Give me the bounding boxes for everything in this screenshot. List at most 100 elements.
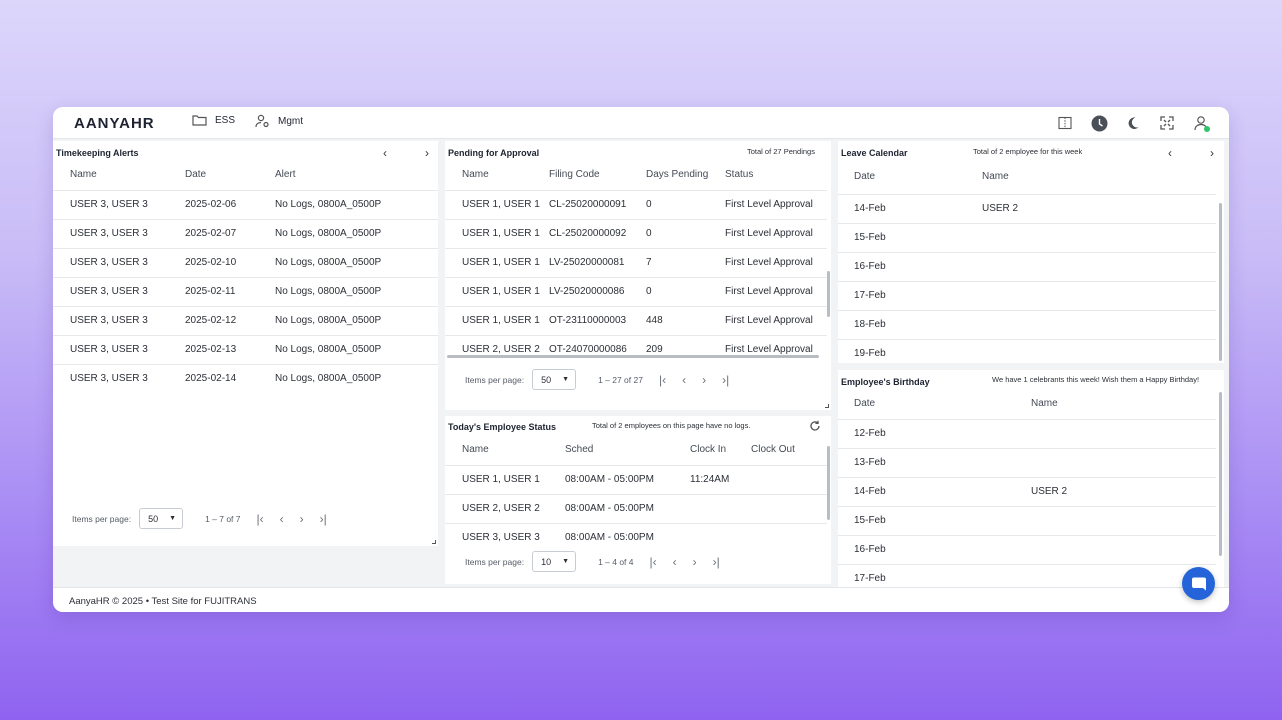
column-header[interactable]: Alert — [275, 160, 438, 190]
table-row[interactable]: USER 1, USER 1 CL-25020000092 0 First Level… — [445, 218, 827, 248]
column-header[interactable]: Name — [1031, 389, 1216, 419]
moon-icon[interactable] — [1123, 113, 1143, 133]
table-cell: OT-23110000003 — [549, 305, 646, 335]
table-cell: 17-Feb — [838, 280, 982, 310]
table-row[interactable]: USER 2, USER 2 OT-24070000086 209 First Lev… — [445, 334, 827, 354]
table-row[interactable]: USER 3, USER 3 08:00AM - 05:00PM — [445, 522, 827, 551]
table-cell: No Logs, 0800A_0500P — [275, 363, 438, 393]
column-header[interactable]: Name — [982, 160, 1216, 194]
horizontal-scrollbar[interactable] — [447, 355, 819, 358]
table-row[interactable]: 14-Feb USER 2 — [838, 193, 1216, 223]
table-cell: USER 3, USER 3 — [53, 334, 185, 364]
first-page-icon[interactable]: |‹ — [650, 555, 657, 569]
column-header[interactable]: Name — [445, 160, 549, 190]
table-row[interactable]: 15-Feb — [838, 505, 1216, 535]
vertical-scrollbar[interactable] — [827, 446, 830, 520]
resize-handle[interactable] — [432, 540, 436, 544]
vertical-scrollbar[interactable] — [1219, 203, 1222, 361]
table-cell: OT-24070000086 — [549, 334, 646, 354]
table-row[interactable]: USER 1, USER 1 LV-25020000086 0 First Level… — [445, 276, 827, 306]
table-cell: USER 3, USER 3 — [53, 363, 185, 393]
table-row[interactable]: 17-Feb — [838, 563, 1216, 587]
table-row[interactable]: 16-Feb — [838, 534, 1216, 564]
table-row[interactable]: 19-Feb — [838, 338, 1216, 360]
table-row[interactable]: 14-Feb USER 2 — [838, 476, 1216, 506]
table-row[interactable]: 17-Feb — [838, 280, 1216, 310]
refresh-icon[interactable] — [809, 420, 821, 432]
leave-table: Date Name 14-Feb USER 2 15-Feb 16-Feb 17-Feb… — [838, 160, 1216, 360]
vertical-scrollbar[interactable] — [827, 271, 830, 317]
table-row[interactable]: USER 3, USER 3 2025-02-14 No Logs, 0800A_0… — [53, 363, 438, 393]
first-page-icon[interactable]: |‹ — [257, 512, 264, 526]
table-cell: First Level Approval — [725, 276, 827, 306]
nav-ess[interactable]: ESS — [192, 114, 235, 126]
column-header[interactable]: Sched — [565, 435, 690, 465]
table-row[interactable]: USER 1, USER 1 LV-25020000081 7 First Level… — [445, 247, 827, 277]
last-page-icon[interactable]: ›| — [320, 512, 327, 526]
chevron-right-icon[interactable]: › — [1210, 146, 1214, 160]
table-row[interactable]: USER 3, USER 3 2025-02-12 No Logs, 0800A_0… — [53, 305, 438, 335]
chevron-left-icon[interactable]: ‹ — [383, 146, 387, 160]
vertical-scrollbar[interactable] — [1219, 392, 1222, 556]
table-row[interactable]: USER 2, USER 2 08:00AM - 05:00PM — [445, 493, 827, 523]
table-row[interactable]: USER 3, USER 3 2025-02-10 No Logs, 0800A_0… — [53, 247, 438, 277]
page-size-select[interactable]: 50 ▼ — [139, 508, 184, 529]
table-row[interactable]: 16-Feb — [838, 251, 1216, 281]
pending-paginator: Items per page: 50 ▼ 1 – 27 of 27 |‹ ‹ › … — [465, 369, 729, 390]
table-row[interactable]: USER 1, USER 1 OT-23110000003 448 First Lev… — [445, 305, 827, 335]
table-row[interactable]: USER 1, USER 1 CL-25020000091 0 First Level… — [445, 189, 827, 219]
nav-mgmt[interactable]: Mgmt — [255, 114, 303, 128]
fullscreen-icon[interactable] — [1157, 113, 1177, 133]
leave-scroll-area[interactable]: Date Name 14-Feb USER 2 15-Feb 16-Feb 17-Feb… — [838, 160, 1218, 360]
column-header[interactable]: Clock In — [690, 435, 751, 465]
next-page-icon[interactable]: › — [693, 555, 697, 569]
table-cell — [1031, 534, 1216, 564]
first-page-icon[interactable]: |‹ — [659, 373, 666, 387]
app-logo[interactable]: AANYAHR — [74, 115, 155, 132]
table-row[interactable]: 15-Feb — [838, 222, 1216, 252]
column-header[interactable]: Name — [53, 160, 185, 190]
next-page-icon[interactable]: › — [300, 512, 304, 526]
column-header[interactable]: Status — [725, 160, 827, 190]
last-page-icon[interactable]: ›| — [722, 373, 729, 387]
split-view-icon[interactable] — [1055, 113, 1075, 133]
next-page-icon[interactable]: › — [702, 373, 706, 387]
table-row[interactable]: USER 3, USER 3 2025-02-11 No Logs, 0800A_0… — [53, 276, 438, 306]
birthday-card: Employee's Birthday We have 1 celebrants… — [838, 370, 1224, 587]
column-header[interactable]: Date — [838, 160, 982, 194]
page-size-select[interactable]: 50 ▼ — [532, 369, 577, 390]
table-row[interactable]: 12-Feb — [838, 418, 1216, 448]
prev-page-icon[interactable]: ‹ — [280, 512, 284, 526]
table-row[interactable]: USER 3, USER 3 2025-02-07 No Logs, 0800A_0… — [53, 218, 438, 248]
table-cell: 12-Feb — [838, 418, 1031, 448]
user-icon[interactable] — [1191, 113, 1211, 133]
prev-page-icon[interactable]: ‹ — [682, 373, 686, 387]
resize-handle[interactable] — [825, 404, 829, 408]
prev-page-icon[interactable]: ‹ — [673, 555, 677, 569]
last-page-icon[interactable]: ›| — [713, 555, 720, 569]
birthday-scroll-area[interactable]: Date Name 12-Feb 13-Feb 14-Feb USER 2 15-Feb… — [838, 389, 1218, 587]
column-header[interactable]: Days Pending — [646, 160, 725, 190]
clock-icon[interactable] — [1089, 113, 1109, 133]
pending-scroll-area[interactable]: Name Filing Code Days Pending Status USE… — [445, 160, 831, 354]
column-header[interactable]: Date — [838, 389, 1031, 419]
status-scroll-area[interactable]: Name Sched Clock In Clock Out USER 1, US… — [445, 435, 831, 551]
column-header[interactable]: Filing Code — [549, 160, 646, 190]
table-cell: USER 3, USER 3 — [53, 189, 185, 219]
table-row[interactable]: 13-Feb — [838, 447, 1216, 477]
column-header[interactable]: Name — [445, 435, 565, 465]
table-cell: No Logs, 0800A_0500P — [275, 334, 438, 364]
status-title: Today's Employee Status — [448, 422, 557, 432]
chevron-right-icon[interactable]: › — [425, 146, 429, 160]
page-size-select[interactable]: 10 ▼ — [532, 551, 577, 572]
column-header[interactable]: Clock Out — [751, 435, 827, 465]
table-row[interactable]: 18-Feb — [838, 309, 1216, 339]
table-row[interactable]: USER 3, USER 3 2025-02-06 No Logs, 0800A_0… — [53, 189, 438, 219]
table-cell: 2025-02-06 — [185, 189, 275, 219]
column-header[interactable]: Date — [185, 160, 275, 190]
table-cell: 2025-02-11 — [185, 276, 275, 306]
table-row[interactable]: USER 3, USER 3 2025-02-13 No Logs, 0800A_0… — [53, 334, 438, 364]
chat-button[interactable] — [1182, 567, 1215, 600]
chevron-left-icon[interactable]: ‹ — [1168, 146, 1172, 160]
table-row[interactable]: USER 1, USER 1 08:00AM - 05:00PM 11:24AM — [445, 464, 827, 494]
